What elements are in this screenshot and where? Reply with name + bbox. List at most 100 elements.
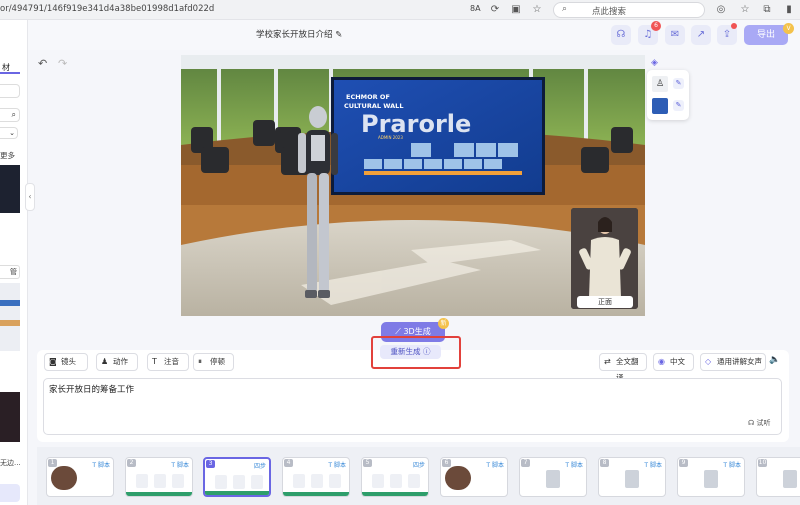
browser-search-box[interactable]: ⌕ 点此搜索 [553, 2, 705, 18]
slide-number: 8 [600, 459, 609, 467]
avatar-pip[interactable] [571, 208, 638, 309]
read-aloud-icon[interactable]: 8A [470, 4, 481, 13]
slide-title: T 脚本 [723, 462, 741, 469]
slide-title: 四步 [253, 463, 266, 470]
slide-card[interactable]: 5 四步 [361, 457, 429, 497]
manage-button[interactable]: 管 [0, 265, 20, 279]
address-bar-url[interactable]: or/494791/146f919e341d4a38be01998d1afd02… [0, 4, 214, 14]
pause-button[interactable]: ⏸ 停顿 [193, 353, 234, 371]
redo-icon[interactable]: ↷ [58, 57, 67, 70]
language-label: 中文 [670, 357, 685, 366]
refresh-icon[interactable]: ⟳ [488, 3, 502, 17]
slide-card[interactable]: 3 四步 [203, 457, 271, 497]
edit-pencil-icon[interactable]: ✎ [673, 78, 684, 89]
screen-title-2: CULTURAL WALL [344, 102, 403, 110]
export-button[interactable]: 导出 [744, 25, 788, 45]
slide-title: T 脚本 [92, 462, 110, 469]
camera-label: 镜头 [61, 357, 76, 366]
sidebar-icon[interactable]: ▮ [782, 3, 796, 17]
slide-preview-list[interactable] [0, 283, 20, 351]
more-link[interactable]: 更多 [0, 150, 15, 161]
slide-accent-bar [205, 491, 269, 495]
slide-figure [546, 470, 560, 488]
info-icon: ⓘ [422, 347, 431, 356]
favorite-icon[interactable]: ☆ [530, 3, 544, 17]
slide-photo [445, 466, 471, 490]
slide-number: 9 [679, 459, 688, 467]
translate-button[interactable]: ⇄全文翻译 [599, 353, 647, 382]
listen-button[interactable]: ☊ 试听 [748, 418, 770, 428]
camera-button[interactable]: ◙ 镜头 [44, 353, 88, 371]
slide-block [136, 474, 148, 488]
slide-block [233, 475, 245, 489]
slide-accent-bar [126, 492, 192, 496]
screen-sub: ADMIN 2023 [378, 135, 403, 140]
voice-select[interactable]: ◇ 通用讲解女声 › [700, 353, 766, 371]
note-button[interactable]: T 注音 [147, 353, 189, 371]
slide-number: 1 [48, 459, 57, 467]
slide-block [154, 474, 166, 488]
slide-block [293, 474, 305, 488]
slide-block [329, 474, 341, 488]
regenerate-label: 重新生成 [390, 347, 421, 356]
message-icon[interactable]: ✉ [665, 25, 685, 45]
slide-title: 四步 [412, 462, 425, 469]
slide-preview-strip [0, 320, 20, 326]
slide-card[interactable]: 8 T 脚本 [598, 457, 666, 497]
slide-card[interactable]: 6 T 脚本 [440, 457, 508, 497]
layers-icon[interactable]: ◈ [651, 58, 658, 68]
slide-block [215, 475, 227, 489]
edit-pencil-icon[interactable]: ✎ [335, 30, 342, 40]
material-thumbnail[interactable] [0, 392, 20, 442]
slide-preview-strip [0, 300, 20, 306]
undo-icon[interactable]: ↶ [38, 57, 47, 70]
script-text[interactable]: 家长开放日的筹备工作 [49, 383, 134, 395]
support-icon[interactable]: ☊ [611, 25, 631, 45]
slide-block [311, 474, 323, 488]
person-icon: ♟ [101, 357, 109, 366]
document-title[interactable]: 学校家长开放日介绍 ✎ [256, 28, 342, 40]
action-label: 动作 [113, 357, 128, 366]
layer-background-thumb[interactable] [652, 98, 668, 114]
layer-avatar-thumb[interactable]: ♙ [652, 76, 668, 92]
search-icon[interactable]: ⌕ [0, 108, 20, 122]
slide-number: 3 [206, 460, 215, 468]
slide-number: 2 [127, 459, 136, 467]
slide-card[interactable]: 1 T 脚本 [46, 457, 114, 497]
slide-accent-bar [283, 492, 349, 496]
copilot-icon[interactable]: ◎ [714, 3, 728, 17]
material-thumbnail[interactable] [0, 165, 20, 213]
slide-title: T 脚本 [171, 462, 189, 469]
left-bottom-button[interactable] [0, 484, 20, 502]
slide-number: 6 [442, 459, 451, 467]
collections-icon[interactable]: ☆ [738, 3, 752, 17]
avatar-label[interactable]: 正面 [577, 296, 633, 308]
notification-badge: 6 [651, 21, 661, 31]
slide-card[interactable]: 10T 脚本 [756, 457, 800, 497]
screen-title-1: ECHMOR OF [346, 93, 390, 101]
material-search-field[interactable] [0, 84, 20, 98]
voice-label: 通用讲解女声 [717, 357, 762, 366]
speaker-icon[interactable]: 🔈 [769, 355, 780, 365]
pause-icon: ⏸ [198, 357, 202, 366]
slide-card[interactable]: 9 T 脚本 [677, 457, 745, 497]
translate-icon: ⇄ [604, 357, 611, 366]
slide-card[interactable]: 2 T 脚本 [125, 457, 193, 497]
vip-badge: V [783, 23, 794, 34]
language-select[interactable]: ◉中文 ⌄ [653, 353, 694, 382]
voice-icon: ◇ [705, 357, 712, 366]
slide-block [390, 474, 402, 488]
share-icon[interactable]: ↗ [691, 25, 711, 45]
edit-pencil-icon[interactable]: ✎ [673, 100, 684, 111]
action-button[interactable]: ♟ 动作 [96, 353, 138, 371]
chevron-down-icon[interactable]: ⌄ [0, 127, 18, 139]
document-title-text: 学校家长开放日介绍 [256, 30, 333, 40]
regenerate-button[interactable]: 重新生成 ⓘ [380, 345, 441, 359]
slide-card[interactable]: 4 T 脚本 [282, 457, 350, 497]
profile-icon[interactable]: ⧉ [760, 3, 774, 17]
collapse-panel-button[interactable]: ‹ [25, 183, 35, 211]
extensions-icon[interactable]: ▣ [509, 3, 523, 17]
slide-card[interactable]: 7 T 脚本 [519, 457, 587, 497]
search-placeholder: 点此搜索 [592, 7, 627, 17]
script-textarea[interactable] [43, 378, 782, 435]
